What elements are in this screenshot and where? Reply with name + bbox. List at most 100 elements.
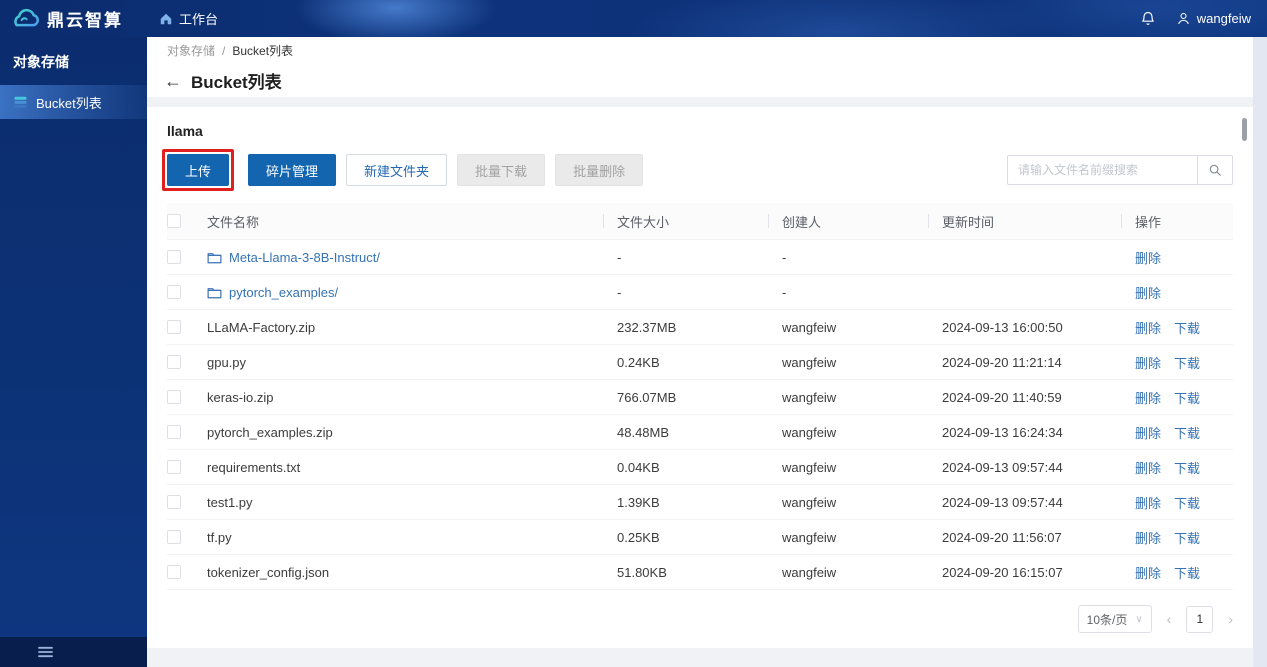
- upload-button[interactable]: 上传: [167, 154, 230, 186]
- file-creator: -: [782, 284, 787, 300]
- card-scrollbar-thumb[interactable]: [1242, 118, 1247, 141]
- file-name: test1.py: [207, 494, 253, 510]
- row-checkbox[interactable]: [167, 495, 181, 509]
- bucket-name: llama: [167, 123, 203, 139]
- file-creator: wangfeiw: [782, 319, 837, 335]
- table-row: pytorch_examples/ - - 删除: [167, 275, 1233, 310]
- delete-link[interactable]: 删除: [1135, 353, 1161, 372]
- prev-page-button[interactable]: ‹: [1167, 611, 1172, 627]
- download-link[interactable]: 下载: [1174, 563, 1200, 582]
- user-menu[interactable]: wangfeiw: [1176, 11, 1251, 26]
- page-scrollbar-track[interactable]: [1253, 37, 1267, 667]
- delete-link[interactable]: 删除: [1135, 493, 1161, 512]
- notification-bell-icon[interactable]: [1140, 10, 1156, 27]
- sidebar-collapse-toggle[interactable]: [0, 637, 147, 667]
- header-updated: 更新时间: [942, 212, 1135, 231]
- new-folder-button[interactable]: 新建文件夹: [346, 154, 448, 186]
- file-name-cell: requirements.txt: [207, 460, 617, 475]
- download-link[interactable]: 下载: [1174, 528, 1200, 547]
- search-input[interactable]: [1007, 155, 1197, 185]
- actions-cell: 删除 下载: [1135, 388, 1233, 407]
- file-updated: 2024-09-13 16:24:34: [942, 424, 1063, 440]
- file-name: keras-io.zip: [207, 389, 274, 405]
- delete-link[interactable]: 删除: [1135, 388, 1161, 407]
- delete-link[interactable]: 删除: [1135, 563, 1161, 582]
- row-checkbox-cell: [167, 250, 207, 264]
- file-name: requirements.txt: [207, 459, 301, 475]
- delete-link[interactable]: 删除: [1135, 528, 1161, 547]
- bucket-file-card: llama 上传 碎片管理 新建文件夹 批量下载 批量删除 请输入文件名前缀搜索…: [147, 107, 1253, 648]
- pagination: 10条/页 ∨ ‹ 1 ›: [167, 605, 1233, 633]
- download-link[interactable]: 下载: [1174, 388, 1200, 407]
- file-creator: wangfeiw: [782, 459, 837, 475]
- file-updated: 2024-09-20 11:56:07: [942, 529, 1062, 545]
- top-bar: 鼎云智算 工作台 wangfeiw: [0, 0, 1267, 37]
- header-file-size: 文件大小: [617, 212, 782, 231]
- file-name-cell: LLaMA-Factory.zip: [207, 320, 617, 335]
- delete-link[interactable]: 删除: [1135, 458, 1161, 477]
- header-checkbox-cell: [167, 214, 207, 228]
- download-link[interactable]: 下载: [1174, 353, 1200, 372]
- file-creator: wangfeiw: [782, 354, 837, 370]
- batch-delete-button[interactable]: 批量删除: [555, 154, 644, 186]
- file-creator: wangfeiw: [782, 424, 837, 440]
- breadcrumb-parent[interactable]: 对象存储: [167, 42, 215, 59]
- row-checkbox[interactable]: [167, 285, 181, 299]
- folder-name-link[interactable]: pytorch_examples/: [229, 285, 338, 300]
- file-table: 文件名称 文件大小 创建人 更新时间 操作 Meta-Llama-3-8B-In…: [167, 203, 1233, 590]
- row-checkbox[interactable]: [167, 250, 181, 264]
- row-checkbox[interactable]: [167, 320, 181, 334]
- delete-link[interactable]: 删除: [1135, 248, 1161, 267]
- click-target-annotation: 上传: [162, 149, 235, 191]
- current-page-button[interactable]: 1: [1186, 605, 1214, 633]
- delete-link[interactable]: 删除: [1135, 283, 1161, 302]
- download-link[interactable]: 下载: [1174, 493, 1200, 512]
- brand-logo[interactable]: 鼎云智算: [0, 6, 147, 31]
- workspace-tab[interactable]: 工作台: [159, 9, 218, 28]
- actions-cell: 删除: [1135, 248, 1233, 267]
- file-name: tf.py: [207, 529, 232, 545]
- row-checkbox[interactable]: [167, 565, 181, 579]
- row-checkbox[interactable]: [167, 425, 181, 439]
- row-checkbox[interactable]: [167, 460, 181, 474]
- actions-cell: 删除 下载: [1135, 423, 1233, 442]
- next-page-button[interactable]: ›: [1228, 611, 1233, 627]
- header-creator: 创建人: [782, 212, 942, 231]
- batch-download-button[interactable]: 批量下载: [457, 154, 546, 186]
- page-size-select[interactable]: 10条/页 ∨: [1077, 605, 1152, 633]
- actions-cell: 删除: [1135, 283, 1233, 302]
- folder-name-link[interactable]: Meta-Llama-3-8B-Instruct/: [229, 250, 380, 265]
- breadcrumb: 对象存储 / Bucket列表: [147, 37, 1253, 64]
- table-row: tf.py 0.25KB wangfeiw 2024-09-20 11:56:07 删除…: [167, 520, 1233, 555]
- delete-link[interactable]: 删除: [1135, 318, 1161, 337]
- table-row: gpu.py 0.24KB wangfeiw 2024-09-20 11:21:14 删…: [167, 345, 1233, 380]
- chevron-down-icon: ∨: [1135, 613, 1143, 625]
- row-checkbox[interactable]: [167, 530, 181, 544]
- actions-cell: 删除 下载: [1135, 493, 1233, 512]
- file-updated: 2024-09-20 16:15:07: [942, 564, 1063, 580]
- home-icon: [159, 12, 173, 26]
- table-header-row: 文件名称 文件大小 创建人 更新时间 操作: [167, 203, 1233, 240]
- row-checkbox-cell: [167, 460, 207, 474]
- search-button[interactable]: [1197, 155, 1233, 185]
- row-checkbox-cell: [167, 285, 207, 299]
- download-link[interactable]: 下载: [1174, 458, 1200, 477]
- row-checkbox[interactable]: [167, 390, 181, 404]
- delete-link[interactable]: 删除: [1135, 423, 1161, 442]
- sidebar-item-bucket-list[interactable]: Bucket列表: [0, 85, 147, 119]
- file-creator: wangfeiw: [782, 389, 837, 405]
- fragment-manage-button[interactable]: 碎片管理: [248, 154, 337, 186]
- workspace-label: 工作台: [179, 12, 219, 27]
- back-arrow-icon[interactable]: ←: [164, 72, 182, 90]
- actions-cell: 删除 下载: [1135, 563, 1233, 582]
- download-link[interactable]: 下载: [1174, 423, 1200, 442]
- table-row: pytorch_examples.zip 48.48MB wangfeiw 2024-…: [167, 415, 1233, 450]
- row-checkbox[interactable]: [167, 355, 181, 369]
- sidebar-section-title: 对象存储: [13, 54, 69, 70]
- user-icon: [1176, 11, 1191, 26]
- file-size: 1.39KB: [617, 494, 660, 510]
- row-checkbox-cell: [167, 355, 207, 369]
- download-link[interactable]: 下载: [1174, 318, 1200, 337]
- actions-cell: 删除 下载: [1135, 353, 1233, 372]
- select-all-checkbox[interactable]: [167, 214, 181, 228]
